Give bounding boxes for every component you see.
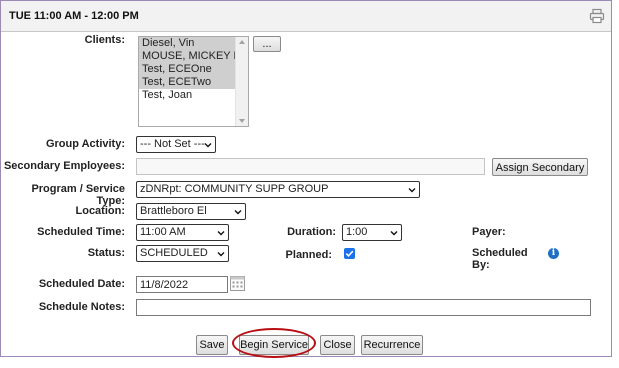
clients-label: Clients: (84, 34, 125, 46)
save-button[interactable]: Save (196, 335, 228, 355)
secondary-employees-field[interactable] (136, 158, 485, 175)
program-value: zDNRpt: COMMUNITY SUPP GROUP (140, 183, 329, 195)
appointment-panel: TUE 11:00 AM - 12:00 PM Clients: Diesel,… (0, 0, 612, 357)
duration-label: Duration: (287, 226, 336, 238)
chevron-down-icon (390, 231, 398, 236)
scheduled-time-label: Scheduled Time: (37, 226, 125, 238)
close-button[interactable]: Close (320, 335, 355, 355)
appointment-time-title: TUE 11:00 AM - 12:00 PM (9, 10, 139, 22)
scroll-up-icon[interactable] (239, 40, 245, 44)
location-label: Location: (75, 205, 126, 217)
program-select[interactable]: zDNRpt: COMMUNITY SUPP GROUP (136, 181, 420, 198)
planned-label: Planned: (285, 249, 332, 261)
status-label: Status: (87, 247, 125, 259)
duration-select[interactable]: 1:00 (342, 224, 402, 241)
calendar-icon[interactable] (230, 276, 245, 291)
scroll-down-icon[interactable] (239, 119, 245, 123)
secondary-employees-label: Secondary Employees: (3, 160, 125, 172)
chevron-down-icon (204, 143, 212, 148)
clients-more-button[interactable]: ... (253, 36, 281, 52)
scheduled-date-label: Scheduled Date: (38, 278, 125, 290)
chevron-down-icon (234, 210, 242, 215)
recurrence-button[interactable]: Recurrence (361, 335, 423, 355)
group-activity-select[interactable]: --- Not Set --- (136, 136, 216, 153)
group-activity-label: Group Activity: (45, 138, 125, 150)
duration-value: 1:00 (346, 226, 368, 238)
scheduled-date-field[interactable]: 11/8/2022 (136, 276, 228, 293)
location-value: Brattleboro El (140, 205, 207, 217)
begin-service-highlight-annotation (232, 328, 316, 358)
payer-label: Payer: (472, 226, 506, 238)
client-list-item[interactable]: Diesel, Vin (139, 37, 236, 50)
client-list-item[interactable]: MOUSE, MICKEY M (139, 50, 236, 63)
scheduled-time-value: 11:00 AM (140, 226, 186, 238)
status-value: SCHEDULED (140, 247, 208, 259)
chevron-down-icon (408, 188, 416, 193)
checkmark-icon (345, 250, 354, 257)
group-activity-value: --- Not Set --- (140, 138, 205, 150)
planned-checkbox[interactable] (344, 248, 355, 259)
assign-secondary-button[interactable]: Assign Secondary (492, 158, 588, 176)
title-bar: TUE 11:00 AM - 12:00 PM (1, 1, 611, 32)
schedule-notes-field[interactable] (136, 299, 591, 316)
schedule-notes-label: Schedule Notes: (38, 301, 125, 313)
info-icon[interactable]: i (548, 248, 559, 259)
location-select[interactable]: Brattleboro El (136, 203, 246, 220)
scheduled-by-label: Scheduled By: (472, 247, 528, 271)
clients-scrollbar[interactable] (235, 37, 248, 126)
clients-listbox[interactable]: Diesel, Vin MOUSE, MICKEY M Test, ECEOne Te… (138, 36, 249, 127)
client-list-item[interactable]: Test, ECETwo (139, 76, 236, 89)
client-list-item[interactable]: Test, Joan (139, 89, 236, 102)
client-list-item[interactable]: Test, ECEOne (139, 63, 236, 76)
program-label: Program / Service Type: (31, 183, 125, 207)
printer-icon[interactable] (589, 8, 605, 24)
